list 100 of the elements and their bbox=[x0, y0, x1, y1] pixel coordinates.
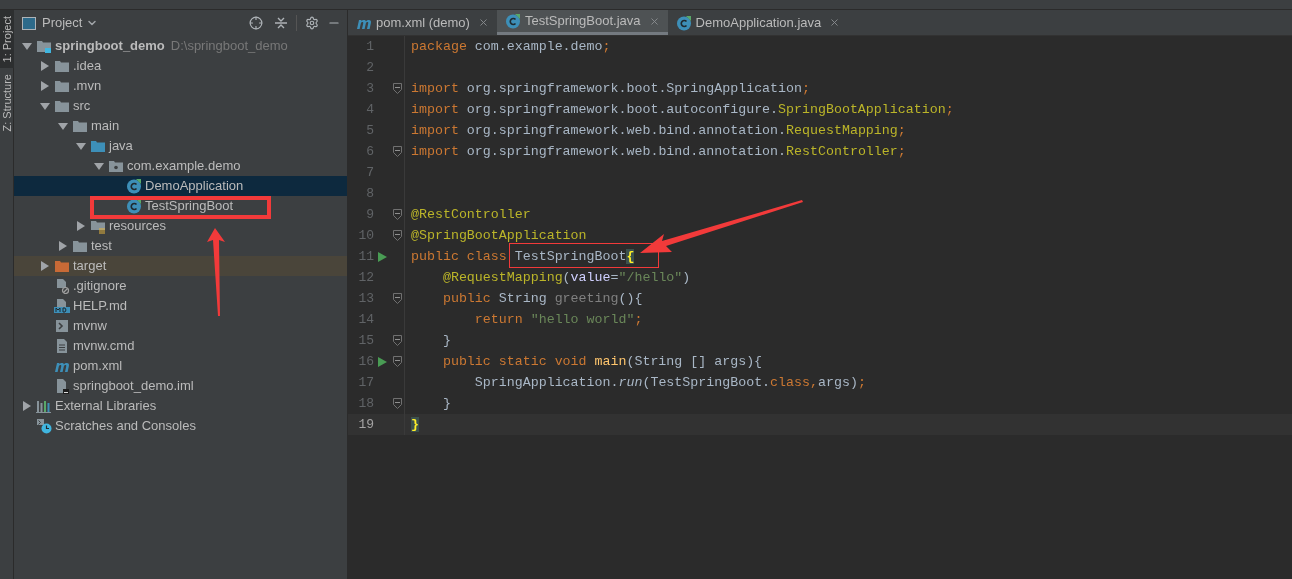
code-line: public String greeting(){ bbox=[441, 289, 643, 308]
line-number: 6 bbox=[365, 142, 374, 161]
fold-icon[interactable] bbox=[392, 146, 402, 157]
tree-item[interactable]: test bbox=[14, 236, 347, 256]
code-line: } bbox=[441, 394, 451, 413]
code-line: import org.springframework.web.bind.annotation.RestController; bbox=[411, 142, 906, 161]
line-number: 13 bbox=[357, 289, 374, 308]
tree-item-label: pom.xml bbox=[73, 357, 123, 376]
folder-icon bbox=[72, 238, 88, 254]
tree-item[interactable]: springboot_demo.iml bbox=[14, 376, 347, 396]
code-line: @SpringBootApplication bbox=[411, 226, 587, 245]
tree-item-label: main bbox=[91, 117, 120, 136]
run-icon[interactable] bbox=[377, 251, 387, 262]
expand-arrow-icon[interactable] bbox=[22, 401, 32, 411]
tree-item[interactable]: mvnw bbox=[14, 316, 347, 336]
settings-icon[interactable] bbox=[305, 16, 319, 30]
code-line: @RestController bbox=[411, 205, 531, 224]
tree-item-label: HELP.md bbox=[73, 297, 127, 316]
fold-icon[interactable] bbox=[392, 335, 402, 346]
collapse-all-icon[interactable] bbox=[274, 16, 288, 30]
line-number: 19 bbox=[357, 415, 374, 434]
line-number: 10 bbox=[357, 226, 374, 245]
tree-item-label: TestSpringBoot bbox=[145, 197, 234, 216]
tree-item[interactable]: .gitignore bbox=[14, 276, 347, 296]
line-number: 7 bbox=[365, 163, 374, 182]
markdown-file-icon bbox=[54, 298, 70, 314]
tree-item[interactable]: pom.xml bbox=[14, 356, 347, 376]
libraries-icon bbox=[36, 398, 52, 414]
module-file-icon bbox=[54, 378, 70, 394]
code-line: return "hello world"; bbox=[473, 310, 643, 329]
tree-item[interactable]: DemoApplication bbox=[14, 176, 347, 196]
close-icon[interactable] bbox=[648, 15, 660, 27]
code-line: SpringApplication.run(TestSpringBoot.class,args); bbox=[473, 373, 866, 392]
line-number: 11 bbox=[357, 247, 374, 266]
locate-icon[interactable] bbox=[249, 16, 263, 30]
tree-item[interactable]: .mvn bbox=[14, 76, 347, 96]
code-line: public static void main(String [] args){ bbox=[441, 352, 763, 371]
text-file-icon bbox=[54, 338, 70, 354]
tree-item-label: springboot_demo bbox=[55, 37, 165, 56]
line-number: 16 bbox=[357, 352, 374, 371]
fold-icon[interactable] bbox=[392, 209, 402, 220]
close-icon[interactable] bbox=[477, 17, 489, 28]
scratches-icon bbox=[36, 418, 52, 434]
file-icon bbox=[54, 278, 70, 294]
editor-tab[interactable]: DemoApplication.java bbox=[667, 10, 849, 35]
tree-item[interactable]: External Libraries bbox=[14, 396, 347, 416]
tree-item[interactable]: resources bbox=[14, 216, 347, 236]
line-number: 18 bbox=[357, 394, 374, 413]
class-icon bbox=[504, 13, 521, 29]
tree-item-label: src bbox=[73, 97, 91, 116]
line-number: 17 bbox=[357, 373, 374, 392]
tree-item[interactable]: src bbox=[14, 96, 347, 116]
folder-icon bbox=[90, 138, 106, 154]
project-path: D:\springboot_demo bbox=[170, 37, 288, 56]
code-line: import org.springframework.boot.SpringApplication; bbox=[411, 79, 810, 98]
tool-window-button[interactable]: 1: Project bbox=[0, 10, 14, 69]
code-line: } bbox=[441, 331, 451, 350]
tree-item[interactable]: springboot_demo D:\springboot_demo bbox=[14, 36, 347, 56]
tree-item-label: resources bbox=[109, 217, 167, 236]
fold-icon[interactable] bbox=[392, 83, 402, 94]
editor-tab[interactable]: TestSpringBoot.java bbox=[496, 10, 668, 35]
package-icon bbox=[108, 158, 124, 174]
tree-item-label: DemoApplication bbox=[145, 177, 244, 196]
line-number: 5 bbox=[365, 121, 374, 140]
panel-title[interactable]: Project bbox=[42, 13, 83, 33]
tree-item-label: target bbox=[73, 257, 107, 276]
tree-item-label: springboot_demo.iml bbox=[73, 377, 194, 396]
tree-item[interactable]: com.example.demo bbox=[14, 156, 347, 176]
tree-item[interactable]: Scratches and Consoles bbox=[14, 416, 347, 436]
tool-window-button[interactable]: Z: Structure bbox=[0, 68, 14, 138]
close-icon[interactable] bbox=[829, 17, 841, 28]
tree-item[interactable]: target bbox=[14, 256, 347, 276]
code-line: package com.example.demo; bbox=[411, 37, 611, 56]
line-number: 1 bbox=[365, 37, 374, 56]
tree-item[interactable]: TestSpringBoot bbox=[14, 196, 347, 216]
line-number: 3 bbox=[365, 79, 374, 98]
run-icon[interactable] bbox=[377, 356, 387, 367]
tree-item-label: External Libraries bbox=[55, 397, 157, 416]
tree-item[interactable]: .idea bbox=[14, 56, 347, 76]
editor-tab[interactable]: pom.xml (demo) bbox=[348, 10, 497, 35]
code-line: import org.springframework.web.bind.annotation.RequestMapping; bbox=[411, 121, 906, 140]
terminal-file-icon bbox=[54, 318, 70, 334]
fold-icon[interactable] bbox=[392, 230, 402, 241]
fold-icon[interactable] bbox=[392, 398, 402, 409]
line-number: 15 bbox=[357, 331, 374, 350]
class-icon bbox=[675, 14, 692, 31]
tree-item[interactable]: mvnw.cmd bbox=[14, 336, 347, 356]
fold-icon[interactable] bbox=[392, 293, 402, 304]
collapse-arrow-icon[interactable] bbox=[22, 41, 32, 51]
folder-icon bbox=[54, 78, 70, 94]
line-number: 4 bbox=[365, 100, 374, 119]
fold-icon[interactable] bbox=[392, 356, 402, 367]
code-line: public class TestSpringBoot{ bbox=[411, 247, 635, 266]
tree-item-label: com.example.demo bbox=[127, 157, 241, 176]
tree-item[interactable]: java bbox=[14, 136, 347, 156]
tree-item[interactable]: main bbox=[14, 116, 347, 136]
tree-item[interactable]: HELP.md bbox=[14, 296, 347, 316]
line-number: 2 bbox=[365, 58, 374, 77]
line-number: 9 bbox=[365, 205, 374, 224]
class-icon bbox=[126, 198, 142, 214]
